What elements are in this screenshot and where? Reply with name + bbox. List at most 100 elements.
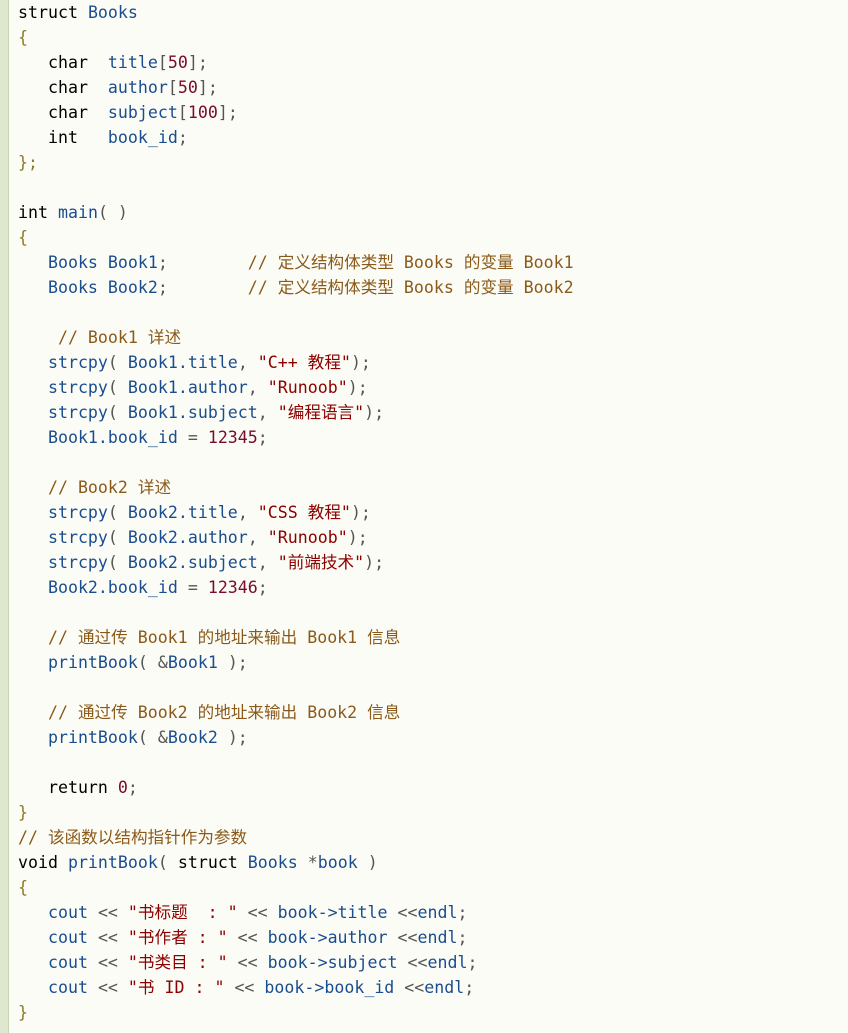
code-token: ; — [257, 428, 268, 447]
code-token: [ — [157, 53, 168, 72]
code-token: Book2.subject — [127, 553, 258, 572]
code-token: strcpy — [18, 528, 108, 547]
code-token: Book2 — [167, 728, 218, 747]
code-token: ); — [350, 353, 371, 372]
code-line: cout << "书类目 : " << book->subject <<endl… — [18, 950, 848, 975]
code-token: char — [18, 103, 108, 122]
code-token: book->title — [277, 903, 388, 922]
code-token: // 该函数以结构指针作为参数 — [18, 828, 248, 847]
code-token: << — [97, 928, 128, 947]
code-token: // 定义结构体类型 Books 的变量 Book1 — [247, 253, 574, 272]
code-token: endl — [417, 903, 458, 922]
code-token: strcpy — [18, 553, 108, 572]
code-token: ; — [127, 778, 138, 797]
code-token: endl — [424, 978, 465, 997]
code-token: // 通过传 Book1 的地址来输出 Book1 信息 — [18, 628, 401, 647]
code-token: ( & — [137, 728, 168, 747]
code-token: "前端技术" — [277, 553, 365, 572]
code-token: ; — [464, 978, 475, 997]
code-token: Book2.title — [127, 503, 238, 522]
code-token: "书类目 : " — [127, 953, 228, 972]
code-token: [ — [177, 103, 188, 122]
code-line: void printBook( struct Books *book ) — [18, 850, 848, 875]
code-token: = — [187, 578, 208, 597]
code-token: << — [227, 953, 268, 972]
code-token: Book2.author — [127, 528, 248, 547]
code-token: ; — [467, 953, 478, 972]
code-token: << — [97, 903, 128, 922]
code-line: strcpy( Book1.title, "C++ 教程"); — [18, 350, 848, 375]
code-token: ; — [457, 903, 468, 922]
code-token: char — [18, 78, 108, 97]
code-token: Book1.title — [127, 353, 238, 372]
code-editor[interactable]: struct Books{ char title[50]; char autho… — [18, 0, 848, 1025]
code-token: "C++ 教程" — [257, 353, 351, 372]
code-line: Book1.book_id = 12345; — [18, 425, 848, 450]
code-token: , — [257, 553, 278, 572]
code-token: printBook — [67, 853, 158, 872]
code-line: strcpy( Book2.author, "Runoob"); — [18, 525, 848, 550]
code-token: book_id — [107, 128, 178, 147]
code-line: int main( ) — [18, 200, 848, 225]
code-token: ; — [257, 578, 268, 597]
code-line: Books Book2; // 定义结构体类型 Books 的变量 Book2 — [18, 275, 848, 300]
code-line: { — [18, 25, 848, 50]
code-token: << — [97, 953, 128, 972]
code-token: { — [18, 228, 28, 247]
code-token: [ — [167, 78, 178, 97]
code-token: // 定义结构体类型 Books 的变量 Book2 — [247, 278, 574, 297]
code-token: } — [18, 803, 28, 822]
code-token: "书作者 : " — [127, 928, 228, 947]
code-token: ]; — [187, 53, 208, 72]
code-token: char — [18, 53, 108, 72]
code-token: ( & — [137, 653, 168, 672]
code-token: strcpy — [18, 503, 108, 522]
code-token: 50 — [177, 78, 198, 97]
code-token: 12346 — [207, 578, 258, 597]
code-token: "CSS 教程" — [257, 503, 351, 522]
code-token: subject — [107, 103, 178, 122]
code-token: cout — [18, 928, 98, 947]
code-token: << — [237, 903, 278, 922]
code-line: char subject[100]; — [18, 100, 848, 125]
code-token: title — [107, 53, 158, 72]
code-token: int — [18, 203, 58, 222]
code-token: ( — [107, 403, 128, 422]
code-token: } — [18, 1003, 28, 1022]
code-token: ); — [364, 553, 385, 572]
code-token: endl — [427, 953, 468, 972]
code-token: << — [394, 978, 425, 997]
code-token: { — [18, 28, 28, 47]
code-token: int — [18, 128, 108, 147]
code-token: = — [187, 428, 208, 447]
code-token: Book1.author — [127, 378, 248, 397]
code-token: ); — [217, 653, 248, 672]
code-token: Book1 — [167, 653, 218, 672]
code-line: struct Books — [18, 0, 848, 25]
code-token: endl — [417, 928, 458, 947]
code-line: printBook( &Book2 ); — [18, 725, 848, 750]
code-token: Book1.book_id — [18, 428, 188, 447]
code-line: // 该函数以结构指针作为参数 — [18, 825, 848, 850]
code-token: ; — [157, 253, 248, 272]
code-line: Books Book1; // 定义结构体类型 Books 的变量 Book1 — [18, 250, 848, 275]
code-line: { — [18, 225, 848, 250]
code-token: ( — [157, 853, 178, 872]
code-token: , — [237, 353, 258, 372]
code-token: main — [57, 203, 98, 222]
code-token: book->author — [267, 928, 388, 947]
code-token: cout — [18, 903, 98, 922]
code-token: printBook — [18, 728, 138, 747]
code-token: ]; — [217, 103, 238, 122]
code-line: // 通过传 Book2 的地址来输出 Book2 信息 — [18, 700, 848, 725]
code-token: strcpy — [18, 353, 108, 372]
code-line: char title[50]; — [18, 50, 848, 75]
code-token: ]; — [197, 78, 218, 97]
line-gutter — [0, 0, 9, 1033]
code-token: Book2.book_id — [18, 578, 188, 597]
code-token: ) — [357, 853, 378, 872]
